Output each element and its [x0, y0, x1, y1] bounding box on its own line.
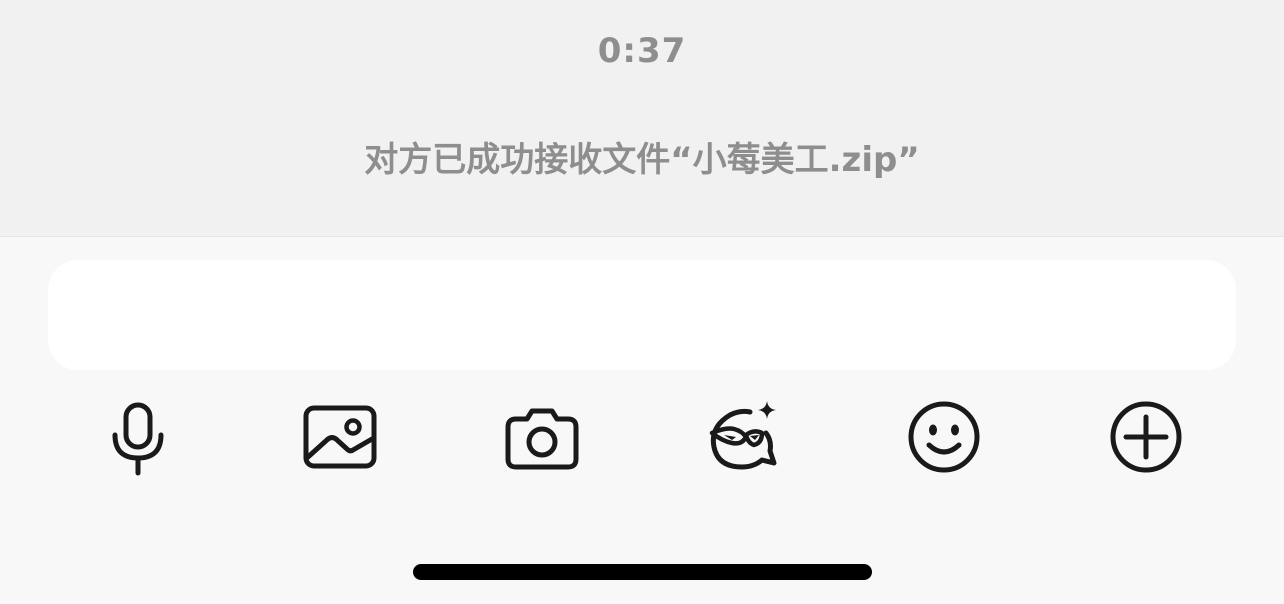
input-panel — [0, 236, 1284, 604]
voice-button[interactable] — [96, 395, 180, 479]
message-timestamp: 0:37 — [597, 31, 687, 71]
message-input[interactable] — [48, 260, 1236, 370]
emoji-icon — [908, 401, 980, 473]
ai-assistant-button[interactable] — [702, 395, 786, 479]
system-message: 对方已成功接收文件“小莓美工.zip” — [364, 140, 920, 180]
image-icon — [303, 405, 377, 469]
microphone-icon — [112, 402, 164, 476]
home-indicator[interactable] — [413, 564, 872, 580]
ai-assistant-icon — [709, 401, 777, 470]
more-button[interactable] — [1104, 395, 1188, 479]
camera-icon — [505, 408, 579, 470]
input-toolbar — [0, 395, 1284, 479]
camera-button[interactable] — [500, 395, 584, 479]
plus-circle-icon — [1110, 401, 1182, 473]
photo-album-button[interactable] — [298, 395, 382, 479]
emoji-button[interactable] — [902, 395, 986, 479]
chat-history: 0:37 对方已成功接收文件“小莓美工.zip” — [0, 0, 1284, 236]
